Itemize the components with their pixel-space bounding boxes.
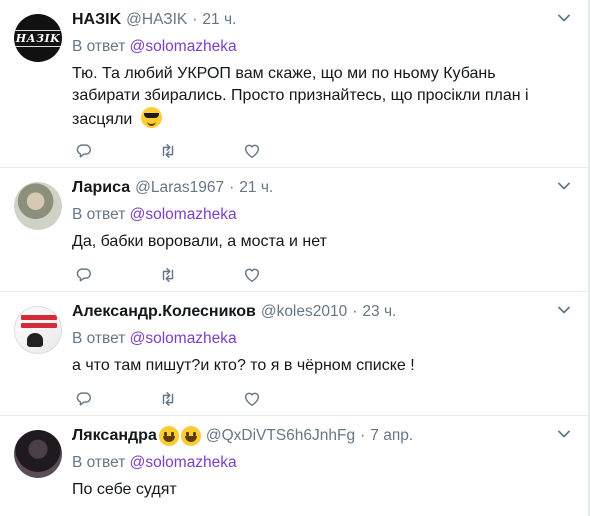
tweet-header: Лариса @Laras1967 · 21 ч. xyxy=(72,178,568,198)
user-handle[interactable]: @koles2010 xyxy=(261,302,347,322)
reply-prefix: В ответ xyxy=(72,206,126,223)
display-name[interactable]: Ляксандра xyxy=(72,426,157,446)
like-button[interactable] xyxy=(242,389,262,409)
tweet[interactable]: Ляксандра @QxDiVTS6h6JnhFg · 7 апр. В от… xyxy=(0,416,588,516)
reply-context: В ответ @solomazheka xyxy=(72,206,237,224)
tweet-actions xyxy=(72,389,292,409)
tweet-actions xyxy=(72,141,292,161)
chevron-down-icon[interactable] xyxy=(558,304,570,316)
tweet-text-body: По себе судят xyxy=(72,481,177,498)
separator-dot: · xyxy=(360,427,366,444)
display-name[interactable]: Лариса xyxy=(72,178,130,198)
user-handle[interactable]: @QxDiVTS6h6JnhFg xyxy=(206,426,355,446)
heart-icon xyxy=(244,268,260,283)
grinning-face-emoji-icon xyxy=(158,426,179,446)
like-button[interactable] xyxy=(242,265,262,285)
chevron-down-icon[interactable] xyxy=(558,180,570,192)
like-button[interactable] xyxy=(242,141,262,161)
tweet-text: Да, бабки воровали, а моста и нет xyxy=(72,231,564,253)
retweet-button[interactable] xyxy=(158,141,178,161)
reply-button[interactable] xyxy=(74,265,94,285)
separator-dot: · xyxy=(192,11,198,28)
retweet-icon xyxy=(162,143,174,159)
reply-prefix: В ответ xyxy=(72,330,126,347)
reply-icon xyxy=(76,392,92,406)
separator-dot: · xyxy=(352,303,358,320)
heart-icon xyxy=(244,392,260,407)
user-handle[interactable]: @НАЗIK xyxy=(126,10,187,30)
retweet-button[interactable] xyxy=(158,389,178,409)
avatar-stripe xyxy=(21,315,57,320)
tweet-replies-feed: НАЗIK НАЗIK @НАЗIK · 21 ч. В ответ @solo… xyxy=(0,0,589,516)
tweet-text: а что там пишут?и кто? то я в чёрном спи… xyxy=(72,355,564,377)
mention-link[interactable]: @solomazheka xyxy=(130,330,237,347)
chevron-down-icon[interactable] xyxy=(558,428,570,440)
tweet-text: Тю. Та любий УКРОП вам скаже, що ми по н… xyxy=(72,63,564,131)
retweet-button[interactable] xyxy=(158,265,178,285)
sunglasses-emoji-icon xyxy=(140,107,162,128)
avatar-stripe xyxy=(21,323,57,328)
display-name[interactable]: НАЗIK xyxy=(72,10,121,30)
avatar-figure xyxy=(27,333,43,347)
retweet-icon xyxy=(162,267,174,283)
tweet[interactable]: Александр.Колесников @koles2010 · 23 ч. … xyxy=(0,292,588,416)
tweet-text-body: а что там пишут?и кто? то я в чёрном спи… xyxy=(72,357,415,374)
tweet-text-body: Да, бабки воровали, а моста и нет xyxy=(72,233,327,250)
tweet[interactable]: Лариса @Laras1967 · 21 ч. В ответ @solom… xyxy=(0,168,588,292)
reply-button[interactable] xyxy=(74,141,94,161)
reply-prefix: В ответ xyxy=(72,454,126,471)
avatar[interactable] xyxy=(14,430,62,478)
timestamp[interactable]: 23 ч. xyxy=(362,302,396,322)
reply-button[interactable] xyxy=(74,389,94,409)
avatar-logo-text: НАЗIK xyxy=(14,29,62,47)
avatar[interactable] xyxy=(14,306,62,354)
separator-dot: · xyxy=(229,179,235,196)
mention-link[interactable]: @solomazheka xyxy=(130,206,237,223)
retweet-icon xyxy=(162,391,174,407)
reply-context: В ответ @solomazheka xyxy=(72,38,237,56)
timestamp[interactable]: 7 апр. xyxy=(370,426,413,446)
reply-context: В ответ @solomazheka xyxy=(72,454,237,472)
tweet-header: Александр.Колесников @koles2010 · 23 ч. xyxy=(72,302,568,322)
reply-icon xyxy=(76,144,92,158)
tweet-header: Ляксандра @QxDiVTS6h6JnhFg · 7 апр. xyxy=(72,426,568,446)
tweet[interactable]: НАЗIK НАЗIK @НАЗIK · 21 ч. В ответ @solo… xyxy=(0,0,588,168)
timestamp[interactable]: 21 ч. xyxy=(239,178,273,198)
reply-icon xyxy=(76,268,92,282)
reply-prefix: В ответ xyxy=(72,38,126,55)
timestamp[interactable]: 21 ч. xyxy=(202,10,236,30)
mention-link[interactable]: @solomazheka xyxy=(130,454,237,471)
tweet-actions xyxy=(72,265,292,285)
user-handle[interactable]: @Laras1967 xyxy=(135,178,224,198)
grinning-face-emoji-icon xyxy=(180,426,201,446)
mention-link[interactable]: @solomazheka xyxy=(130,38,237,55)
tweet-text: По себе судят xyxy=(72,479,564,501)
heart-icon xyxy=(244,144,260,159)
avatar[interactable]: НАЗIK xyxy=(14,14,62,62)
display-name[interactable]: Александр.Колесников xyxy=(72,302,256,322)
tweet-header: НАЗIK @НАЗIK · 21 ч. xyxy=(72,10,568,30)
reply-context: В ответ @solomazheka xyxy=(72,330,237,348)
avatar[interactable] xyxy=(14,182,62,230)
chevron-down-icon[interactable] xyxy=(558,12,570,24)
